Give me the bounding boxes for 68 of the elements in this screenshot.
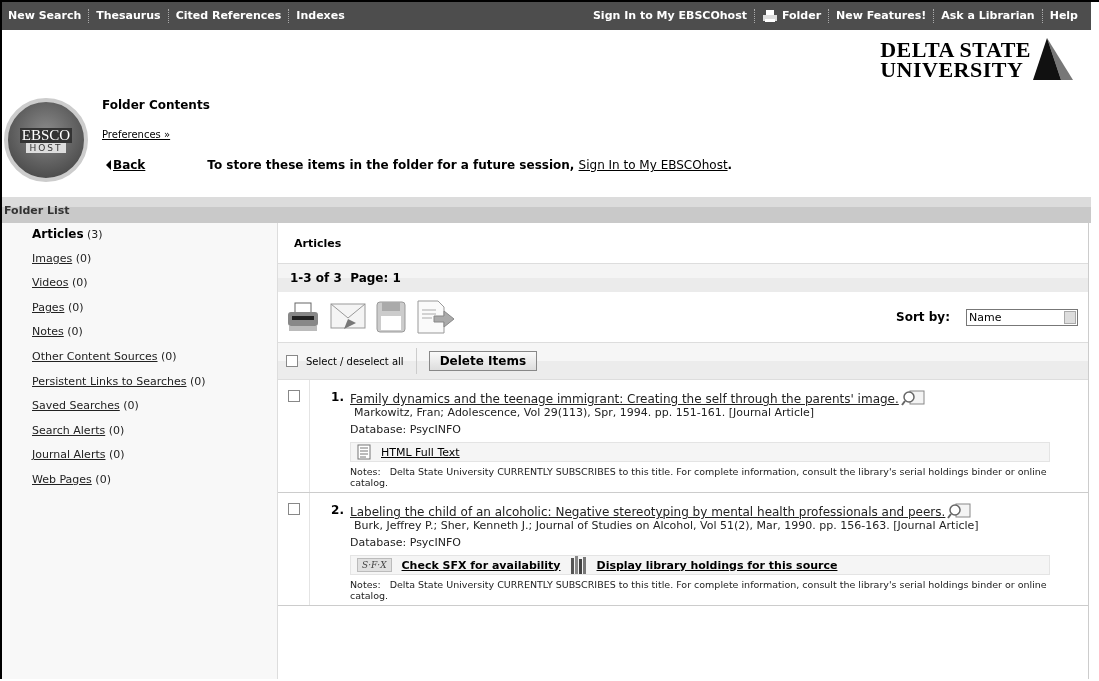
item-count: (0) <box>95 472 111 486</box>
category-link[interactable]: Pages <box>32 300 65 314</box>
nav-link[interactable]: New Search <box>8 9 89 23</box>
delete-items-button[interactable]: Delete Items <box>428 351 538 371</box>
category-link[interactable]: Notes <box>32 325 64 339</box>
result-number: 1. <box>331 390 344 404</box>
item-count: (0) <box>108 448 125 462</box>
select-all-label: Select / deselect all <box>306 348 417 374</box>
sort-label: Sort by: <box>896 310 950 324</box>
university-logo: DELTA STATE UNIVERSITY <box>880 38 1073 80</box>
citation-text: Markowitz, Fran; Adolescence, Vol 29(113), Spr, 1994. pp. 151-161. [Journal Article] <box>354 406 816 419</box>
category-link[interactable]: Search Alerts <box>32 423 106 437</box>
notes-text: Notes: Delta State University CURRENTLY SUBSCRIBES to this title. For complete information, consult the library's serial holdings binder or online catalog. <box>350 579 1048 601</box>
database-text: Database: PsycINFO <box>350 423 462 436</box>
result-number: 2. <box>331 503 344 517</box>
item-count: (0) <box>123 399 139 413</box>
sort-dropdown[interactable]: Name <box>966 308 1078 326</box>
page-title: Folder Contents <box>102 98 211 114</box>
nav-link[interactable]: Cited References <box>167 9 289 23</box>
category-link[interactable]: Persistent Links to Searches <box>32 374 187 388</box>
pagination-bar: 1-3 of 3 Page: 1 <box>278 264 1088 292</box>
article-title-link[interactable]: Family dynamics and the teenage immigrant: Creating the self through the parents' image. <box>350 392 899 406</box>
sfx-badge[interactable]: S·F·X <box>357 558 392 572</box>
item-count: (0) <box>108 423 125 437</box>
item-count: (0) <box>67 300 84 314</box>
printer-icon <box>761 9 778 23</box>
folder-list-header: Folder List <box>2 197 1091 223</box>
notes-text: Notes: Delta State University CURRENTLY SUBSCRIBES to this title. For complete information, consult the library's serial holdings binder or online catalog. <box>350 466 1048 488</box>
category-link[interactable]: Images <box>32 251 73 265</box>
category-link[interactable]: Other Content Sources <box>32 349 158 363</box>
article-title-link[interactable]: Labeling the child of an alcoholic: Negative stereotyping by mental health professionals and peers. <box>350 505 946 519</box>
nav-link[interactable]: Folder <box>753 9 829 23</box>
export-document-icon[interactable] <box>416 300 456 334</box>
nav-link[interactable]: Ask a Librarian <box>933 9 1042 23</box>
nav-link[interactable]: Indexes <box>288 9 352 23</box>
database-text: Database: PsycINFO <box>350 536 462 549</box>
item-count: (3) <box>87 228 103 241</box>
nav-link[interactable]: Sign In to My EBSCOhost <box>592 9 754 23</box>
checkbox[interactable] <box>288 503 300 515</box>
item-count: (0) <box>72 276 88 290</box>
full-text-link[interactable]: HTML Full Text <box>381 445 460 459</box>
category-link[interactable]: Videos <box>32 276 69 290</box>
magnifier-icon[interactable] <box>947 503 972 519</box>
item-count: (0) <box>67 325 83 339</box>
item-count: (0) <box>190 374 206 388</box>
books-icon <box>570 556 587 574</box>
full-text-link[interactable]: Check SFX for availability <box>401 558 561 572</box>
sign-in-link[interactable]: Sign In to My EBSCOhost <box>578 158 728 172</box>
nav-link[interactable]: Help <box>1041 9 1085 23</box>
category-link[interactable]: Saved Searches <box>32 399 120 413</box>
category-link[interactable]: Journal Alerts <box>32 448 106 462</box>
full-text-link[interactable]: Display library holdings for this source <box>596 558 838 572</box>
item-count: (0) <box>161 349 177 363</box>
category-link[interactable]: Web Pages <box>32 472 92 486</box>
back-link[interactable]: Back <box>106 158 146 172</box>
printer-icon[interactable] <box>286 300 320 334</box>
section-title: Articles <box>294 236 342 250</box>
magnifier-icon[interactable] <box>900 390 925 406</box>
preferences-link[interactable]: Preferences » <box>102 129 171 140</box>
citation-text: Burk, Jeffrey P.; Sher, Kenneth J.; Journal of Studies on Alcohol, Vol 51(2), Mar, 1990. pp. 156-163. [Journal Article] <box>354 519 980 532</box>
checkbox[interactable] <box>288 390 300 402</box>
checkbox[interactable] <box>286 355 298 367</box>
nav-link[interactable]: New Features! <box>828 9 934 23</box>
ebsco-logo: EBSCO HOST <box>4 98 88 182</box>
nav-link[interactable]: Thesaurus <box>88 9 168 23</box>
category-link[interactable]: Articles <box>32 227 84 241</box>
item-count: (0) <box>75 251 92 265</box>
sign-in-message: To store these items in the folder for a future session, Sign In to My EBSCOhost. <box>207 158 733 172</box>
